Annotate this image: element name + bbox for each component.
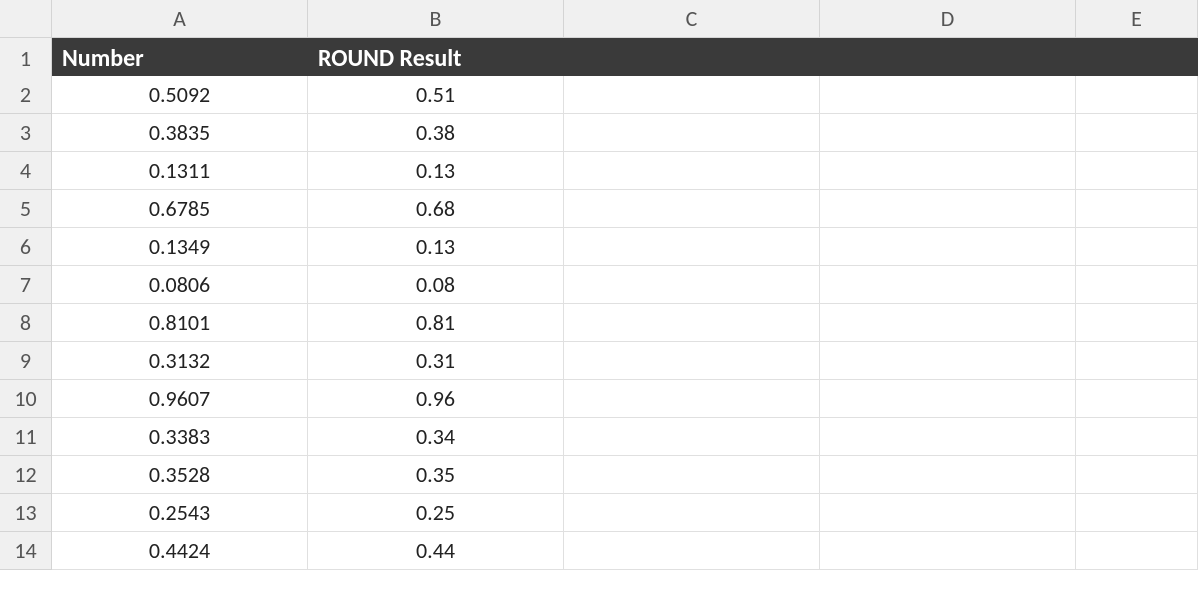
cell-E1[interactable]	[1076, 38, 1198, 80]
cell-A14[interactable]: 0.4424	[52, 532, 308, 570]
cell-A2[interactable]: 0.5092	[52, 76, 308, 114]
cell-B2[interactable]: 0.51	[308, 76, 564, 114]
row-header-10[interactable]: 10	[0, 380, 52, 418]
row-header-5[interactable]: 5	[0, 190, 52, 228]
cell-A11[interactable]: 0.3383	[52, 418, 308, 456]
cell-D7[interactable]	[820, 266, 1076, 304]
cell-E11[interactable]	[1076, 418, 1198, 456]
cell-C6[interactable]	[564, 228, 820, 266]
cell-E7[interactable]	[1076, 266, 1198, 304]
cell-C1[interactable]	[564, 38, 820, 80]
cell-A7[interactable]: 0.0806	[52, 266, 308, 304]
cell-C5[interactable]	[564, 190, 820, 228]
cell-E4[interactable]	[1076, 152, 1198, 190]
row-header-13[interactable]: 13	[0, 494, 52, 532]
row-header-14[interactable]: 14	[0, 532, 52, 570]
cell-B5[interactable]: 0.68	[308, 190, 564, 228]
cell-A10[interactable]: 0.9607	[52, 380, 308, 418]
cell-B13[interactable]: 0.25	[308, 494, 564, 532]
cell-C10[interactable]	[564, 380, 820, 418]
col-header-E[interactable]: E	[1076, 0, 1198, 38]
cell-C7[interactable]	[564, 266, 820, 304]
row-header-3[interactable]: 3	[0, 114, 52, 152]
cell-B9[interactable]: 0.31	[308, 342, 564, 380]
col-header-C[interactable]: C	[564, 0, 820, 38]
cell-C14[interactable]	[564, 532, 820, 570]
cell-D3[interactable]	[820, 114, 1076, 152]
cell-D4[interactable]	[820, 152, 1076, 190]
cell-D8[interactable]	[820, 304, 1076, 342]
cell-B11[interactable]: 0.34	[308, 418, 564, 456]
select-all-corner[interactable]	[0, 0, 52, 38]
cell-D9[interactable]	[820, 342, 1076, 380]
spreadsheet-grid[interactable]: A B C D E 1 Number ROUND Result 2 0.5092…	[0, 0, 1198, 570]
col-header-A[interactable]: A	[52, 0, 308, 38]
col-header-B[interactable]: B	[308, 0, 564, 38]
cell-E6[interactable]	[1076, 228, 1198, 266]
cell-C11[interactable]	[564, 418, 820, 456]
cell-E14[interactable]	[1076, 532, 1198, 570]
cell-B14[interactable]: 0.44	[308, 532, 564, 570]
cell-C4[interactable]	[564, 152, 820, 190]
row-header-1[interactable]: 1	[0, 38, 52, 80]
cell-D10[interactable]	[820, 380, 1076, 418]
row-header-12[interactable]: 12	[0, 456, 52, 494]
row-header-9[interactable]: 9	[0, 342, 52, 380]
cell-D6[interactable]	[820, 228, 1076, 266]
row-header-6[interactable]: 6	[0, 228, 52, 266]
cell-E2[interactable]	[1076, 76, 1198, 114]
cell-C9[interactable]	[564, 342, 820, 380]
cell-C3[interactable]	[564, 114, 820, 152]
cell-A1[interactable]: Number	[52, 38, 308, 80]
cell-A6[interactable]: 0.1349	[52, 228, 308, 266]
cell-B3[interactable]: 0.38	[308, 114, 564, 152]
cell-B1[interactable]: ROUND Result	[308, 38, 564, 80]
cell-C13[interactable]	[564, 494, 820, 532]
cell-A12[interactable]: 0.3528	[52, 456, 308, 494]
col-header-D[interactable]: D	[820, 0, 1076, 38]
row-header-2[interactable]: 2	[0, 76, 52, 114]
cell-A9[interactable]: 0.3132	[52, 342, 308, 380]
cell-B12[interactable]: 0.35	[308, 456, 564, 494]
cell-D14[interactable]	[820, 532, 1076, 570]
cell-D12[interactable]	[820, 456, 1076, 494]
cell-D13[interactable]	[820, 494, 1076, 532]
cell-E9[interactable]	[1076, 342, 1198, 380]
cell-D1[interactable]	[820, 38, 1076, 80]
cell-B7[interactable]: 0.08	[308, 266, 564, 304]
cell-B4[interactable]: 0.13	[308, 152, 564, 190]
cell-E12[interactable]	[1076, 456, 1198, 494]
cell-E10[interactable]	[1076, 380, 1198, 418]
cell-D2[interactable]	[820, 76, 1076, 114]
cell-C8[interactable]	[564, 304, 820, 342]
cell-A4[interactable]: 0.1311	[52, 152, 308, 190]
cell-E5[interactable]	[1076, 190, 1198, 228]
cell-A8[interactable]: 0.8101	[52, 304, 308, 342]
row-header-4[interactable]: 4	[0, 152, 52, 190]
cell-C2[interactable]	[564, 76, 820, 114]
cell-D5[interactable]	[820, 190, 1076, 228]
cell-E8[interactable]	[1076, 304, 1198, 342]
cell-A13[interactable]: 0.2543	[52, 494, 308, 532]
cell-E13[interactable]	[1076, 494, 1198, 532]
row-header-7[interactable]: 7	[0, 266, 52, 304]
cell-B8[interactable]: 0.81	[308, 304, 564, 342]
cell-B6[interactable]: 0.13	[308, 228, 564, 266]
cell-A3[interactable]: 0.3835	[52, 114, 308, 152]
row-header-8[interactable]: 8	[0, 304, 52, 342]
cell-D11[interactable]	[820, 418, 1076, 456]
cell-E3[interactable]	[1076, 114, 1198, 152]
cell-A5[interactable]: 0.6785	[52, 190, 308, 228]
row-header-11[interactable]: 11	[0, 418, 52, 456]
cell-B10[interactable]: 0.96	[308, 380, 564, 418]
cell-C12[interactable]	[564, 456, 820, 494]
